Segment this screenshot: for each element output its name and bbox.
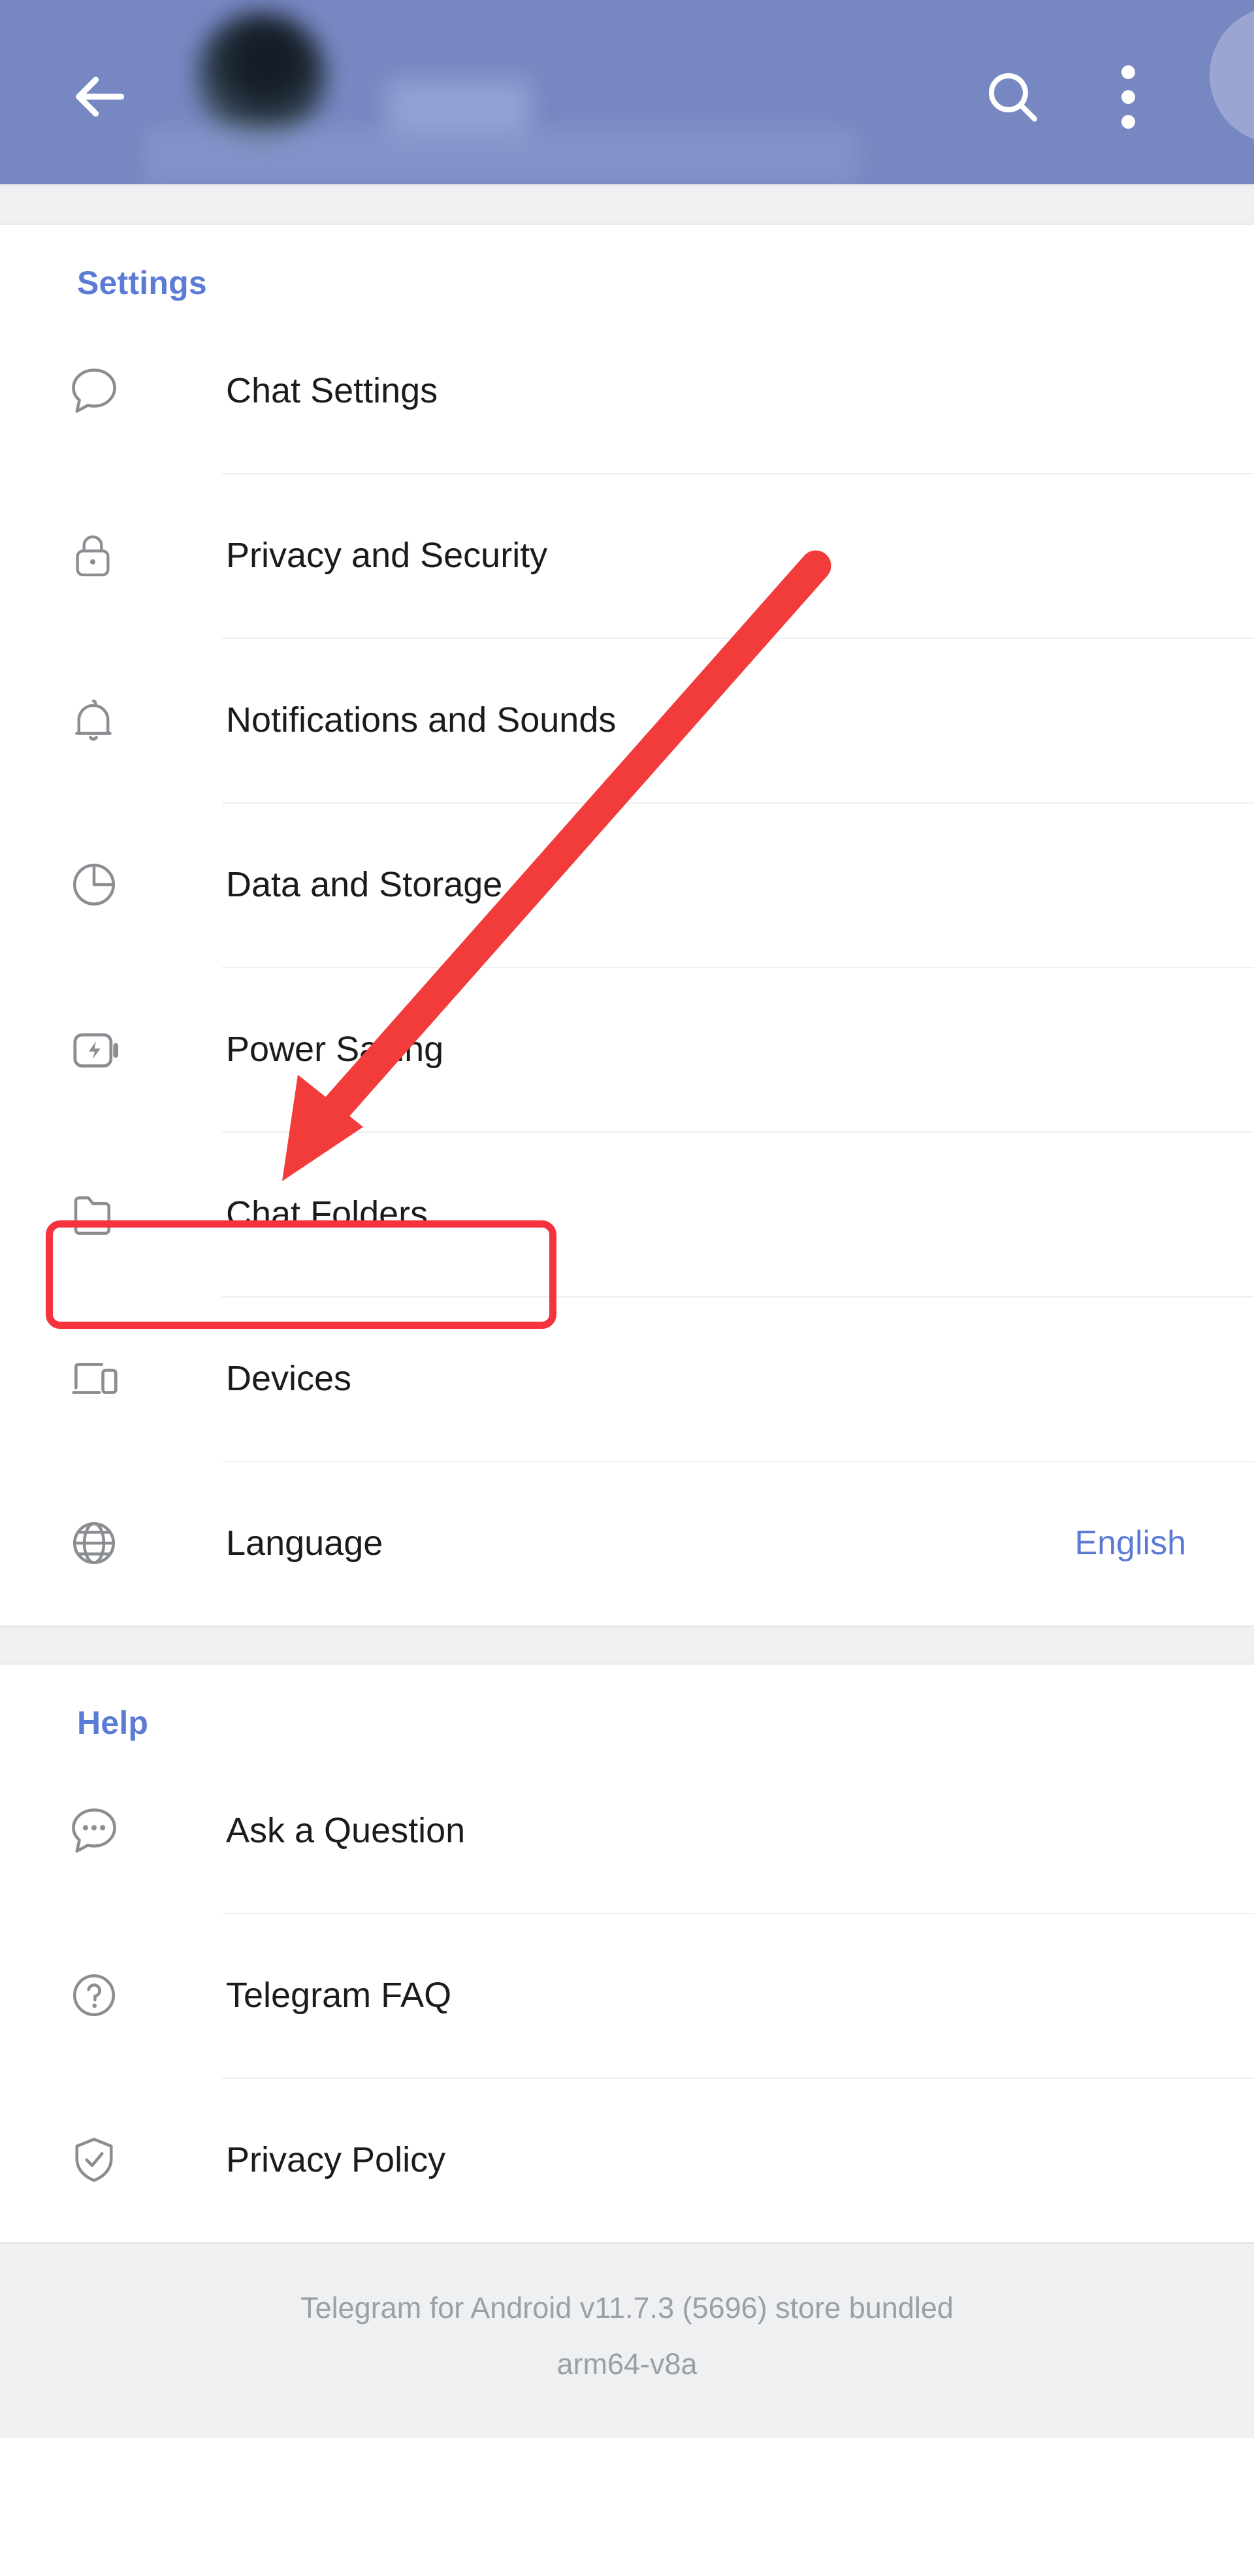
settings-list: Chat Settings Privacy and Security Notif…	[0, 308, 1254, 1625]
shield-check-icon	[67, 2124, 140, 2196]
settings-row-privacy-and-security[interactable]: Privacy and Security	[0, 473, 1254, 638]
section-title-settings: Settings	[77, 265, 207, 301]
version-footer: Telegram for Android v11.7.3 (5696) stor…	[0, 2242, 1254, 2438]
settings-row-power-saving[interactable]: Power Saving	[0, 967, 1254, 1132]
back-arrow-icon	[65, 63, 133, 131]
section-spacer-band	[0, 1625, 1254, 1665]
top-spacer-band	[0, 184, 1254, 225]
folder-icon	[67, 1178, 140, 1250]
lock-icon	[67, 519, 140, 591]
pie-chart-icon	[67, 849, 140, 921]
version-line-2: arm64-v8a	[556, 2347, 698, 2381]
overflow-menu-icon-dot-2	[1121, 90, 1135, 104]
settings-row-label: Privacy and Security	[226, 536, 548, 575]
settings-row-notifications-and-sounds[interactable]: Notifications and Sounds	[0, 638, 1254, 802]
help-row-label: Ask a Question	[226, 1811, 466, 1850]
settings-row-label: Devices	[226, 1359, 352, 1398]
help-row-telegram-faq[interactable]: Telegram FAQ	[0, 1913, 1254, 2078]
overflow-menu-icon	[1121, 65, 1135, 79]
settings-row-label: Chat Settings	[226, 371, 438, 410]
version-line-1: Telegram for Android v11.7.3 (5696) stor…	[300, 2291, 954, 2324]
app-bar	[0, 0, 1254, 184]
section-header-settings: Settings	[0, 225, 1254, 308]
telegram-settings-screen: Settings Chat Settings Privacy and Secur…	[0, 0, 1254, 2576]
help-row-label: Telegram FAQ	[226, 1976, 452, 2015]
chat-bubble-icon	[67, 355, 140, 427]
settings-row-devices[interactable]: Devices	[0, 1296, 1254, 1461]
overflow-menu-icon-dot-3	[1121, 114, 1135, 129]
search-icon	[981, 65, 1044, 128]
help-row-label: Privacy Policy	[226, 2140, 446, 2179]
settings-row-chat-settings[interactable]: Chat Settings	[0, 308, 1254, 473]
language-value[interactable]: English	[1074, 1526, 1186, 1560]
avatar-ripple-highlight[interactable]	[1210, 7, 1254, 144]
section-title-help: Help	[77, 1704, 149, 1741]
help-list: Ask a Question Telegram FAQ Privacy Poli…	[0, 1748, 1254, 2242]
battery-bolt-icon	[67, 1013, 140, 1085]
profile-title-blurred	[145, 128, 857, 184]
settings-content: Settings Chat Settings Privacy and Secur…	[0, 184, 1254, 2576]
globe-icon	[67, 1507, 140, 1579]
settings-row-label: Language	[226, 1524, 383, 1563]
settings-row-data-and-storage[interactable]: Data and Storage	[0, 802, 1254, 967]
settings-row-label: Power Saving	[226, 1030, 444, 1069]
chat-dots-icon	[67, 1795, 140, 1867]
search-button[interactable]	[967, 51, 1058, 142]
help-row-ask-a-question[interactable]: Ask a Question	[0, 1748, 1254, 1913]
settings-row-chat-folders[interactable]: Chat Folders	[0, 1132, 1254, 1296]
devices-icon	[67, 1343, 140, 1414]
settings-row-label: Notifications and Sounds	[226, 700, 617, 740]
profile-avatar-blurred[interactable]	[196, 12, 327, 142]
overflow-menu-button[interactable]	[1092, 51, 1164, 142]
bell-icon	[67, 684, 140, 756]
settings-row-language[interactable]: Language English	[0, 1461, 1254, 1625]
settings-row-label: Data and Storage	[226, 865, 503, 904]
question-mark-icon	[67, 1959, 140, 2031]
back-button[interactable]	[50, 51, 148, 142]
section-header-help: Help	[0, 1665, 1254, 1748]
help-row-privacy-policy[interactable]: Privacy Policy	[0, 2078, 1254, 2242]
settings-row-label: Chat Folders	[226, 1194, 428, 1233]
